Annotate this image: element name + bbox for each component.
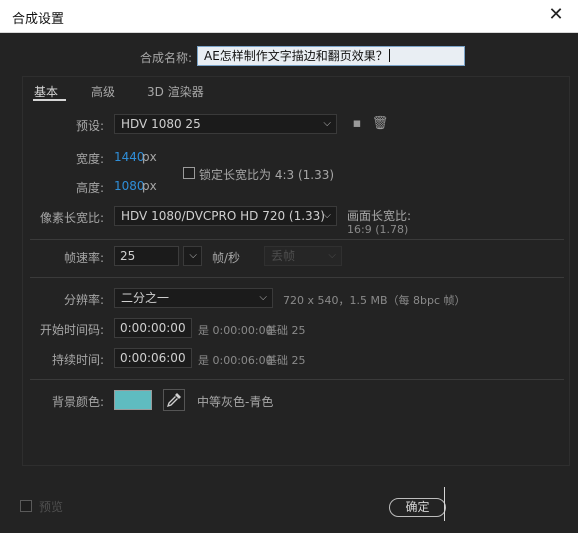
tab-advanced[interactable]: 高级 [91,83,115,100]
background-color-swatch[interactable] [114,390,152,410]
save-preset-icon[interactable]: ▪ [348,115,366,133]
text-cursor [444,487,445,521]
composition-settings-dialog: 合成名称: AE怎样制作文字描边和翻页效果？ 基本 高级 3D 渲染器 预设: … [0,34,578,533]
height-label: 高度: [75,181,104,195]
chevron-down-icon: ⌵ [323,210,331,221]
width-value[interactable]: 1440 [114,150,145,164]
duration-is: 是 0:00:06:00 [198,354,273,367]
preset-select[interactable]: HDV 1080 25 ⌵ [114,114,337,134]
chevron-down-icon: ⌵ [323,118,331,129]
start-timecode-label: 开始时间码: [39,323,104,337]
chevron-down-icon: ⌵ [189,250,197,261]
frame-aspect-value: 16:9 (1.78) [347,223,409,236]
frame-rate-unit: 帧/秒 [212,251,241,265]
chevron-down-icon: ⌵ [328,250,336,261]
window-title: 合成设置 [12,12,65,27]
drop-frame-select: 丢帧 ⌵ [264,246,342,266]
preview-checkbox[interactable] [20,500,32,512]
chevron-down-icon: ⌵ [259,292,267,303]
duration-label: 持续时间: [51,353,104,367]
comp-name-label: 合成名称: [139,51,192,65]
frame-aspect-label: 画面长宽比: [347,209,412,223]
aspect-lock-label: 锁定长宽比为 4:3 (1.33) [199,168,335,182]
height-value[interactable]: 1080 [114,179,145,193]
start-timecode-base: 基础 25 [266,324,306,337]
section-divider [30,239,564,240]
background-color-name: 中等灰色-青色 [197,395,274,409]
pixel-aspect-select[interactable]: HDV 1080/DVCPRO HD 720 (1.33) ⌵ [114,206,337,226]
ok-button[interactable]: 确定 [389,498,446,517]
width-label: 宽度: [75,152,104,166]
close-icon[interactable]: ✕ [544,3,568,27]
section-divider [30,379,564,380]
width-unit: px [142,150,157,164]
eyedropper-icon[interactable] [163,389,185,411]
tab-basic[interactable]: 基本 [34,83,58,100]
tab-3d-renderer[interactable]: 3D 渲染器 [147,83,204,100]
preset-label: 预设: [75,119,104,133]
pixel-aspect-label: 像素长宽比: [39,211,104,225]
resolution-select[interactable]: 二分之一 ⌵ [114,288,273,308]
settings-panel [22,76,570,466]
preview-label: 预览 [39,500,64,514]
start-timecode-is: 是 0:00:00:00 [198,324,273,337]
trash-icon[interactable]: 🗑 [371,115,389,133]
comp-name-input[interactable]: AE怎样制作文字描边和翻页效果？ [197,46,465,66]
active-tab-indicator [33,99,66,101]
duration-base: 基础 25 [266,354,306,367]
frame-rate-dropdown[interactable]: ⌵ [183,246,202,266]
title-bar: 合成设置 ✕ [0,0,578,33]
height-unit: px [142,179,157,193]
section-divider [30,277,564,278]
resolution-label: 分辨率: [63,293,104,307]
frame-rate-input[interactable]: 25 [114,246,179,266]
background-color-label: 背景颜色: [51,395,104,409]
frame-rate-label: 帧速率: [63,251,104,265]
aspect-lock-checkbox[interactable] [183,167,195,179]
duration-input[interactable]: 0:00:06:00 [114,348,192,368]
resolution-info: 720 x 540，1.5 MB（每 8bpc 帧） [283,294,466,307]
start-timecode-input[interactable]: 0:00:00:00 [114,318,192,338]
